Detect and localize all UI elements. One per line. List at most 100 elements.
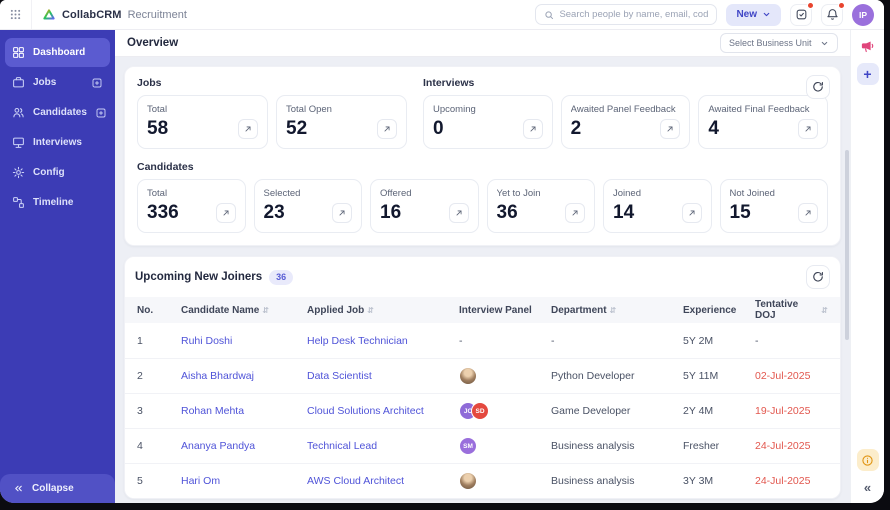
candidate-name-link[interactable]: Hari Om xyxy=(181,475,307,487)
stats-refresh-button[interactable] xyxy=(806,75,830,99)
add-widget-button[interactable]: + xyxy=(856,63,879,85)
sidebar-item-label: Timeline xyxy=(33,197,74,208)
candidate-name-link[interactable]: Aisha Bhardwaj xyxy=(181,370,307,382)
stat-drilldown-button[interactable] xyxy=(660,119,681,139)
user-avatar[interactable]: IP xyxy=(852,3,874,26)
rail-collapse-button[interactable]: « xyxy=(864,480,871,495)
panelist-avatar[interactable]: SD xyxy=(471,402,489,420)
candidate-name-link[interactable]: Ananya Pandya xyxy=(181,440,307,452)
sidebar-item-timeline[interactable]: Timeline xyxy=(5,188,110,217)
stat-card-value: 2 xyxy=(570,118,582,139)
stat-card: Total 58 xyxy=(137,95,268,149)
sidebar-item-config[interactable]: Config xyxy=(5,158,110,187)
sidebar-item-jobs[interactable]: Jobs xyxy=(5,68,110,97)
applied-job-link[interactable]: AWS Cloud Architect xyxy=(307,475,459,487)
joiners-count-badge: 36 xyxy=(269,269,294,285)
stat-card-label: Not Joined xyxy=(729,188,775,199)
stat-drilldown-button[interactable] xyxy=(522,119,543,139)
collapse-chevrons-icon xyxy=(15,485,22,492)
new-button[interactable]: New xyxy=(726,3,781,26)
task-check-icon xyxy=(796,9,806,20)
search-input[interactable] xyxy=(559,9,709,20)
sort-icon[interactable]: ⇵ xyxy=(262,306,269,315)
stat-card: Awaited Final Feedback 4 xyxy=(698,95,829,149)
waffle-grid-icon xyxy=(10,9,21,20)
stat-card: Total Open 52 xyxy=(276,95,407,149)
arrow-icon xyxy=(805,210,811,216)
applied-job-link[interactable]: Cloud Solutions Architect xyxy=(307,405,459,417)
notifications-button[interactable] xyxy=(821,1,845,26)
announcements-button[interactable] xyxy=(860,39,875,54)
column-header[interactable]: Department ⇵ xyxy=(551,305,683,316)
new-button-label: New xyxy=(736,9,757,20)
business-unit-value: Select Business Unit xyxy=(729,38,812,48)
sidebar-item-interviews[interactable]: Interviews xyxy=(5,128,110,157)
refresh-icon xyxy=(813,81,823,92)
sidebar-collapse-button[interactable]: Collapse xyxy=(0,474,115,503)
cell-department: Business analysis xyxy=(551,475,635,487)
app-logo[interactable]: CollabCRM Recruitment xyxy=(32,8,187,22)
candidates-icon xyxy=(13,107,24,118)
column-header[interactable]: Candidate Name ⇵ xyxy=(181,305,307,316)
stat-drilldown-button[interactable] xyxy=(798,203,818,223)
stat-card: Yet to Join 36 xyxy=(486,179,595,233)
arrow-icon xyxy=(384,126,390,132)
jobs-icon xyxy=(13,77,24,88)
sort-icon[interactable]: ⇵ xyxy=(610,306,617,315)
stat-drilldown-button[interactable] xyxy=(681,203,702,223)
stat-drilldown-button[interactable] xyxy=(798,119,819,139)
stat-card-value: 15 xyxy=(729,202,751,223)
collapse-label: Collapse xyxy=(32,483,74,494)
tasks-button[interactable] xyxy=(790,1,814,26)
quick-add-button[interactable] xyxy=(95,107,107,119)
page-title: Overview xyxy=(127,37,179,49)
sidebar-item-dashboard[interactable]: Dashboard xyxy=(5,38,110,67)
upcoming-joiners-panel: Upcoming New Joiners 36 No. Candidate Nam… xyxy=(124,256,841,499)
header-actions: New IP xyxy=(535,1,884,26)
cell-experience: 5Y 11M xyxy=(683,370,719,382)
table-row: 5 Hari Om AWS Cloud Architect Business anal… xyxy=(125,463,840,498)
joiners-refresh-button[interactable] xyxy=(806,265,830,289)
column-header[interactable]: Applied Job ⇵ xyxy=(307,305,459,316)
arrow-icon xyxy=(339,210,345,216)
cell-interview-panel: JC SD xyxy=(459,402,551,420)
content-scrollbar[interactable] xyxy=(845,150,849,340)
quick-add-button[interactable] xyxy=(91,77,103,89)
business-unit-select[interactable]: Select Business Unit xyxy=(720,33,838,53)
sidebar-item-label: Config xyxy=(33,167,65,178)
help-info-button[interactable] xyxy=(856,449,879,471)
panelist-avatar[interactable] xyxy=(459,367,477,385)
candidate-name-link[interactable]: Ruhi Doshi xyxy=(181,335,307,347)
sort-icon[interactable]: ⇵ xyxy=(367,306,374,315)
global-search[interactable] xyxy=(535,4,718,25)
cell-no: 2 xyxy=(137,370,143,382)
app-switcher-button[interactable] xyxy=(0,0,32,29)
stat-drilldown-button[interactable] xyxy=(238,119,258,139)
stat-group-candidates: Candidates Total 336 Selected 23 Offered 16 Yet… xyxy=(137,161,828,233)
top-header: CollabCRM Recruitment New IP xyxy=(0,0,884,30)
sidebar-item-label: Candidates xyxy=(33,107,87,118)
panelist-avatar[interactable]: SM xyxy=(459,437,477,455)
sort-icon[interactable]: ⇵ xyxy=(821,306,828,315)
stat-group-jobs: Jobs Total 58 Total Open 52 xyxy=(137,77,407,149)
applied-job-link[interactable]: Data Scientist xyxy=(307,370,459,382)
stat-card-label: Total Open xyxy=(286,104,332,115)
stat-card: Awaited Panel Feedback 2 xyxy=(560,95,691,149)
stat-card-label: Awaited Final Feedback xyxy=(708,104,810,115)
stat-drilldown-button[interactable] xyxy=(377,119,397,139)
applied-job-link[interactable]: Technical Lead xyxy=(307,440,459,452)
sidebar-item-label: Dashboard xyxy=(33,47,86,58)
stat-drilldown-button[interactable] xyxy=(332,203,352,223)
panelist-avatar[interactable] xyxy=(459,472,477,490)
applied-job-link[interactable]: Help Desk Technician xyxy=(307,335,459,347)
arrow-icon xyxy=(805,126,811,132)
column-header[interactable]: Tentative DOJ ⇵ xyxy=(755,299,828,321)
candidate-name-link[interactable]: Rohan Mehta xyxy=(181,405,307,417)
sidebar-item-candidates[interactable]: Candidates xyxy=(5,98,110,127)
stat-drilldown-button[interactable] xyxy=(448,203,469,223)
stat-card-value: 52 xyxy=(286,118,308,139)
stat-drilldown-button[interactable] xyxy=(565,203,585,223)
stat-card-label: Yet to Join xyxy=(496,188,541,199)
stat-drilldown-button[interactable] xyxy=(215,203,236,223)
column-header: Interview Panel xyxy=(459,304,532,316)
